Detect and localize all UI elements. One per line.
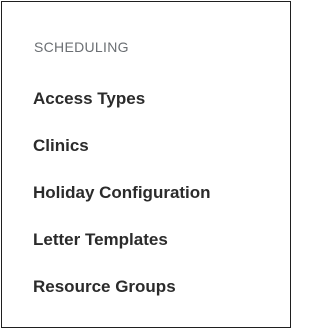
menu-item-access-types[interactable]: Access Types: [33, 89, 211, 136]
scheduling-menu-panel: SCHEDULING Access Types Clinics Holiday …: [1, 1, 291, 328]
menu-item-resource-groups[interactable]: Resource Groups: [33, 277, 211, 324]
section-header-scheduling: SCHEDULING: [34, 39, 129, 55]
menu-item-letter-templates[interactable]: Letter Templates: [33, 230, 211, 277]
menu-item-clinics[interactable]: Clinics: [33, 136, 211, 183]
scheduling-menu-list: Access Types Clinics Holiday Configurati…: [33, 89, 211, 324]
menu-item-holiday-configuration[interactable]: Holiday Configuration: [33, 183, 211, 230]
